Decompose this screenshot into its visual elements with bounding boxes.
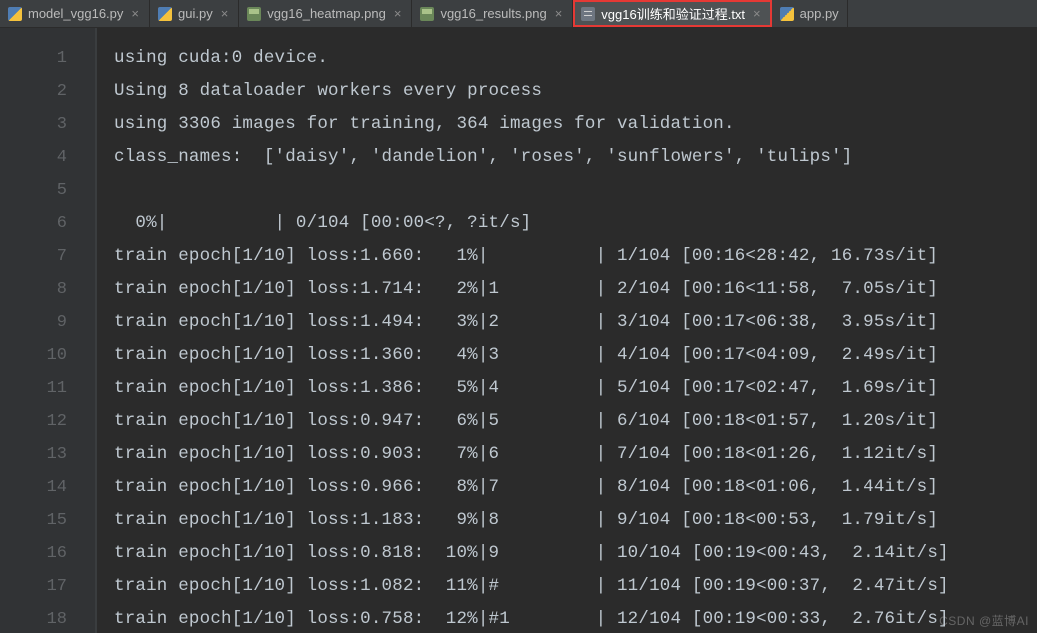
line-number: 15 [0,504,95,537]
close-icon[interactable]: × [751,7,763,20]
line-number: 3 [0,108,95,141]
python-file-icon [158,7,172,21]
line-number: 9 [0,306,95,339]
tab-label: vgg16_heatmap.png [267,6,386,21]
tab-label: model_vgg16.py [28,6,123,21]
image-file-icon [420,7,434,21]
code-line: train epoch[1/10] loss:1.386: 5%|4 | 5/1… [114,372,1037,405]
code-line: train epoch[1/10] loss:0.818: 10%|9 | 10… [114,537,1037,570]
line-number: 14 [0,471,95,504]
python-file-icon [780,7,794,21]
image-file-icon [247,7,261,21]
close-icon[interactable]: × [553,7,565,20]
line-number: 18 [0,603,95,633]
close-icon[interactable]: × [392,7,404,20]
code-line: class_names: ['daisy', 'dandelion', 'ros… [114,141,1037,174]
line-number: 10 [0,339,95,372]
line-number: 11 [0,372,95,405]
code-line: train epoch[1/10] loss:0.966: 8%|7 | 8/1… [114,471,1037,504]
line-number: 7 [0,240,95,273]
line-number: 17 [0,570,95,603]
code-line: 0%| | 0/104 [00:00<?, ?it/s] [114,207,1037,240]
line-number: 13 [0,438,95,471]
code-line: train epoch[1/10] loss:0.903: 7%|6 | 7/1… [114,438,1037,471]
code-line: train epoch[1/10] loss:1.714: 2%|1 | 2/1… [114,273,1037,306]
code-line [114,174,1037,207]
code-line: using 3306 images for training, 364 imag… [114,108,1037,141]
line-number: 12 [0,405,95,438]
line-number: 1 [0,42,95,75]
python-file-icon [8,7,22,21]
line-number: 8 [0,273,95,306]
tab-label: vgg16_results.png [440,6,546,21]
indent-guide [96,28,97,633]
tab-results-png[interactable]: vgg16_results.png × [412,0,573,27]
code-line: Using 8 dataloader workers every process [114,75,1037,108]
close-icon[interactable]: × [129,7,141,20]
code-area[interactable]: using cuda:0 device. Using 8 dataloader … [96,28,1037,633]
code-line: train epoch[1/10] loss:1.360: 4%|3 | 4/1… [114,339,1037,372]
tab-model-vgg16[interactable]: model_vgg16.py × [0,0,150,27]
tab-label: vgg16训练和验证过程.txt [601,4,745,23]
line-number-gutter: 1 2 3 4 5 6 7 8 9 10 11 12 13 14 15 16 1… [0,28,96,633]
editor-area: 1 2 3 4 5 6 7 8 9 10 11 12 13 14 15 16 1… [0,28,1037,633]
code-line: train epoch[1/10] loss:1.494: 3%|2 | 3/1… [114,306,1037,339]
close-icon[interactable]: × [219,7,231,20]
text-file-icon [581,7,595,21]
line-number: 2 [0,75,95,108]
tab-heatmap-png[interactable]: vgg16_heatmap.png × [239,0,412,27]
code-line: train epoch[1/10] loss:0.947: 6%|5 | 6/1… [114,405,1037,438]
tab-app[interactable]: app.py [772,0,848,27]
code-line: train epoch[1/10] loss:1.660: 1%| | 1/10… [114,240,1037,273]
code-line: train epoch[1/10] loss:1.183: 9%|8 | 9/1… [114,504,1037,537]
editor-tabs: model_vgg16.py × gui.py × vgg16_heatmap.… [0,0,1037,28]
tab-training-log-txt[interactable]: vgg16训练和验证过程.txt × [573,0,771,27]
watermark: CSDN @蓝博AI [939,612,1029,629]
line-number: 16 [0,537,95,570]
tab-label: app.py [800,6,839,21]
code-line: train epoch[1/10] loss:0.758: 12%|#1 | 1… [114,603,1037,633]
line-number: 5 [0,174,95,207]
line-number: 6 [0,207,95,240]
code-line: using cuda:0 device. [114,42,1037,75]
tab-gui[interactable]: gui.py × [150,0,239,27]
line-number: 4 [0,141,95,174]
tab-label: gui.py [178,6,213,21]
code-line: train epoch[1/10] loss:1.082: 11%|# | 11… [114,570,1037,603]
